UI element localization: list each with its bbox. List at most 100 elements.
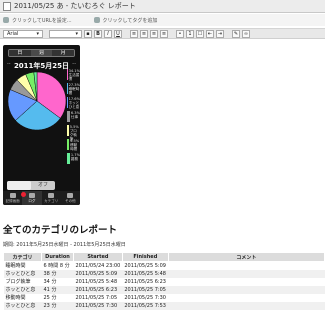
cell-comment <box>168 269 325 278</box>
legend-swatch <box>67 153 70 164</box>
url-link-label: クリックしてURLを設定... <box>12 17 72 24</box>
indent-icon: ⇥ <box>217 30 223 37</box>
cell-duration: 38 分 <box>41 269 74 278</box>
folder-icon <box>48 192 55 198</box>
tab-category[interactable]: カテゴリ <box>42 191 61 205</box>
col-category: カテゴリ <box>3 252 42 262</box>
link-button[interactable]: ∞ <box>242 29 250 38</box>
legend-item: 27.3% 睡眠時間 <box>67 83 80 97</box>
italic-button[interactable]: I <box>104 29 112 38</box>
cell-category: ブログ執筆 <box>5 279 31 285</box>
url-link[interactable]: クリックしてURLを設定... <box>3 17 72 24</box>
cell-finished: 2011/05/25 5:48 <box>122 269 169 278</box>
underline-label: U <box>116 30 120 37</box>
legend-swatch <box>67 139 70 150</box>
clock-icon <box>9 192 16 198</box>
col-started: Started <box>73 252 123 262</box>
checkbox-icon: ☐ <box>197 30 203 37</box>
pie-legend: 34.1% 生活習慣 27.3% 睡眠時間 17.6% ホッとひと息 6.3% 仕事 5… <box>67 69 80 167</box>
cell-category: ホッとひと息 <box>3 285 42 294</box>
tab-record[interactable]: 記録画面 <box>3 191 22 205</box>
chart-icon <box>28 192 35 198</box>
attach-button[interactable]: ✎ <box>232 29 240 38</box>
legend-text: 17.6% ホッとひと息 <box>68 97 80 109</box>
report-table: カテゴリ Duration Started Finished コメント 睡眠時間… <box>3 252 325 310</box>
italic-label: I <box>107 30 109 37</box>
legend-text: 1.7% 雑務 <box>70 153 80 161</box>
indent-button[interactable]: ⇥ <box>216 29 224 38</box>
report-title: 全てのカテゴリのレポート <box>3 225 118 236</box>
legend-text: 27.3% 睡眠時間 <box>68 83 80 95</box>
bullet-list-button[interactable]: • <box>176 29 184 38</box>
col-comment: コメント <box>167 252 325 262</box>
segment-week[interactable]: 週 <box>30 50 53 56</box>
col-duration: Duration <box>41 252 74 262</box>
more-icon <box>67 192 74 198</box>
align-right-button[interactable]: ≡ <box>150 29 158 38</box>
color-button[interactable]: ▪ <box>84 29 92 38</box>
legend-swatch <box>67 125 69 136</box>
next-dots-icon[interactable]: ·· <box>72 61 76 68</box>
cell-started: 2011/05/25 7:30 <box>73 301 123 310</box>
legend-text: 34.1% 生活習慣 <box>68 69 80 81</box>
align-center-button[interactable]: ≡ <box>140 29 148 38</box>
tag-link-label: クリックしてタグを追加 <box>102 17 158 24</box>
report-period: 期間: 2011年5月25日水曜日 - 2011年5月25日水曜日 <box>3 242 126 248</box>
font-select-value: Arial <box>7 30 19 37</box>
tab-record-label: 記録画面 <box>5 198 20 203</box>
note-icon <box>3 1 11 11</box>
notification-badge <box>21 192 26 197</box>
cell-duration: 6 時間 8 分 <box>43 263 70 270</box>
window-title[interactable]: 2011/05/25 あ - たいむろぐ レポート <box>14 1 136 11</box>
nonlog-time-toggle[interactable]: オフ <box>7 181 55 190</box>
font-select[interactable]: Arial ▾ <box>3 29 43 38</box>
table-row: ブログ執筆 34 分 2011/05/25 5:48 2011/05/25 6:… <box>4 278 325 286</box>
segment-month[interactable]: 月 <box>52 50 74 56</box>
chevron-down-icon: ▾ <box>75 30 78 37</box>
font-size-select[interactable]: ▾ <box>49 29 82 38</box>
numbered-list-icon: 1 <box>188 30 192 37</box>
legend-text: 6.3% 仕事 <box>70 111 80 119</box>
link-icon: ∞ <box>243 30 249 37</box>
legend-item: 34.1% 生活習慣 <box>67 69 80 83</box>
link-tag-bar: クリックしてURLを設定... クリックしてタグを追加 <box>0 14 325 26</box>
align-left-button[interactable]: ≡ <box>130 29 138 38</box>
cell-finished: 2011/05/25 7:53 <box>122 301 169 310</box>
segment-day[interactable]: 日 <box>9 50 31 56</box>
tag-link[interactable]: クリックしてタグを追加 <box>93 17 158 24</box>
tab-log-label: ログ <box>28 198 36 203</box>
tab-other[interactable]: その他 <box>61 191 80 205</box>
outdent-button[interactable]: ⇤ <box>206 29 214 38</box>
legend-swatch <box>67 111 70 122</box>
format-toolbar: Arial ▾ ▾ ▪ B I U ≡ ≡ ≡ ≡ • 1 ☐ ⇤ ⇥ ✎ ∞ <box>0 28 325 39</box>
legend-swatch <box>67 83 68 94</box>
cell-started: 2011/05/25 7:05 <box>75 294 118 301</box>
cell-comment <box>168 262 324 270</box>
cell-finished: 2011/05/25 6:23 <box>124 278 166 285</box>
legend-item: 4.5% 移動時間 <box>67 139 80 153</box>
table-header-row: カテゴリ Duration Started Finished コメント <box>3 252 325 262</box>
phone-tabbar: 記録画面 ログ カテゴリ その他 <box>3 191 80 205</box>
checkbox-button[interactable]: ☐ <box>196 29 204 38</box>
table-row: 移動時間 25 分 2011/05/25 7:05 2011/05/25 7:3… <box>4 294 325 302</box>
cell-started: 2011/05/25 5:48 <box>75 278 118 285</box>
category-pie-chart <box>7 71 67 131</box>
cell-comment <box>168 285 325 294</box>
table-row: 睡眠時間 6 時間 8 分 2011/05/24 23:00 2011/05/2… <box>4 262 325 270</box>
bold-button[interactable]: B <box>94 29 102 38</box>
tab-other-label: その他 <box>65 198 76 203</box>
underline-button[interactable]: U <box>114 29 122 38</box>
outdent-icon: ⇤ <box>207 30 213 37</box>
numbered-list-button[interactable]: 1 <box>186 29 194 38</box>
cell-duration: 23 分 <box>41 301 74 310</box>
justify-button[interactable]: ≡ <box>160 29 168 38</box>
toggle-off-label: オフ <box>37 182 48 188</box>
legend-text: 4.5% 移動時間 <box>70 139 80 151</box>
cell-duration: 41 分 <box>41 285 74 294</box>
cell-started: 2011/05/25 5:09 <box>73 269 123 278</box>
legend-swatch <box>67 97 68 108</box>
cell-category: 移動時間 <box>5 295 26 301</box>
col-finished: Finished <box>121 252 169 262</box>
tag-icon <box>93 17 100 23</box>
period-segmented-control[interactable]: 日 週 月 <box>8 49 75 57</box>
